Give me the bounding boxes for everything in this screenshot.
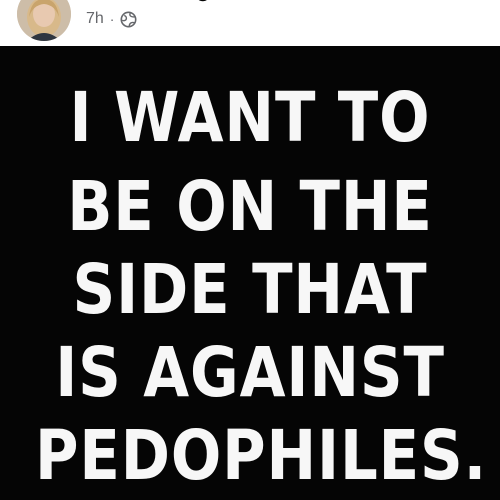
post-meta: 7h · — [86, 10, 137, 28]
globe-icon[interactable] — [120, 11, 137, 28]
avatar-image — [17, 0, 71, 41]
meme-text-line-1: I WANT TO — [69, 78, 431, 158]
post-timestamp[interactable]: 7h — [86, 10, 104, 28]
meta-separator: · — [109, 11, 115, 27]
post-image[interactable]: I WANT TO BE ON THE SIDE THAT IS AGAINST… — [0, 46, 500, 500]
author-avatar[interactable] — [17, 0, 71, 41]
meme-text-line-3: SIDE THAT — [72, 250, 428, 330]
author-name-fragment[interactable] — [196, 0, 216, 2]
meme-text-line-4: IS AGAINST — [55, 333, 445, 413]
meme-text-line-2: BE ON THE — [67, 167, 433, 247]
social-post: 7h · I WANT TO BE ON THE SIDE THAT IS AG… — [0, 0, 500, 500]
post-header: 7h · — [0, 0, 500, 46]
meme-text-line-5: PEDOPHILES. — [35, 416, 488, 496]
